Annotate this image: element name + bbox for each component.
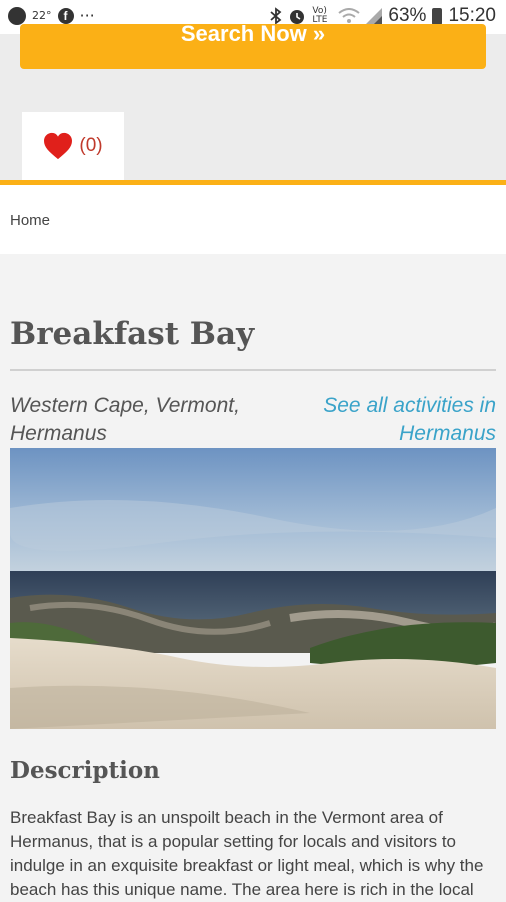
more-notifications-icon: ··· [79, 6, 95, 25]
see-all-activities-link[interactable]: See all activities in Hermanus [266, 392, 496, 448]
alarm-icon [290, 10, 305, 24]
breadcrumb: Home [0, 185, 506, 254]
location-text: Western Cape, Vermont, Hermanus [10, 394, 240, 445]
volte-indicator: Vo) LTE [312, 6, 328, 25]
search-now-button[interactable]: Search Now » [20, 24, 486, 69]
facebook-icon: f [57, 7, 74, 24]
title-divider [10, 369, 496, 371]
whatsapp-icon [8, 6, 26, 25]
battery-icon [432, 7, 443, 25]
description-text: Breakfast Bay is an unspoilt beach in th… [10, 808, 484, 899]
bluetooth-icon [270, 7, 282, 25]
favorites-tab[interactable]: (0) [22, 112, 124, 180]
signal-icon [366, 8, 383, 24]
beach-photo [10, 448, 496, 729]
temperature: 22° [32, 9, 52, 22]
page-title: Breakfast Bay [10, 316, 255, 352]
description-heading: Description [10, 757, 160, 784]
breadcrumb-home-link[interactable]: Home [10, 212, 50, 229]
wifi-icon [338, 8, 361, 23]
heart-icon [44, 132, 73, 160]
favorites-count: (0) [79, 135, 103, 156]
